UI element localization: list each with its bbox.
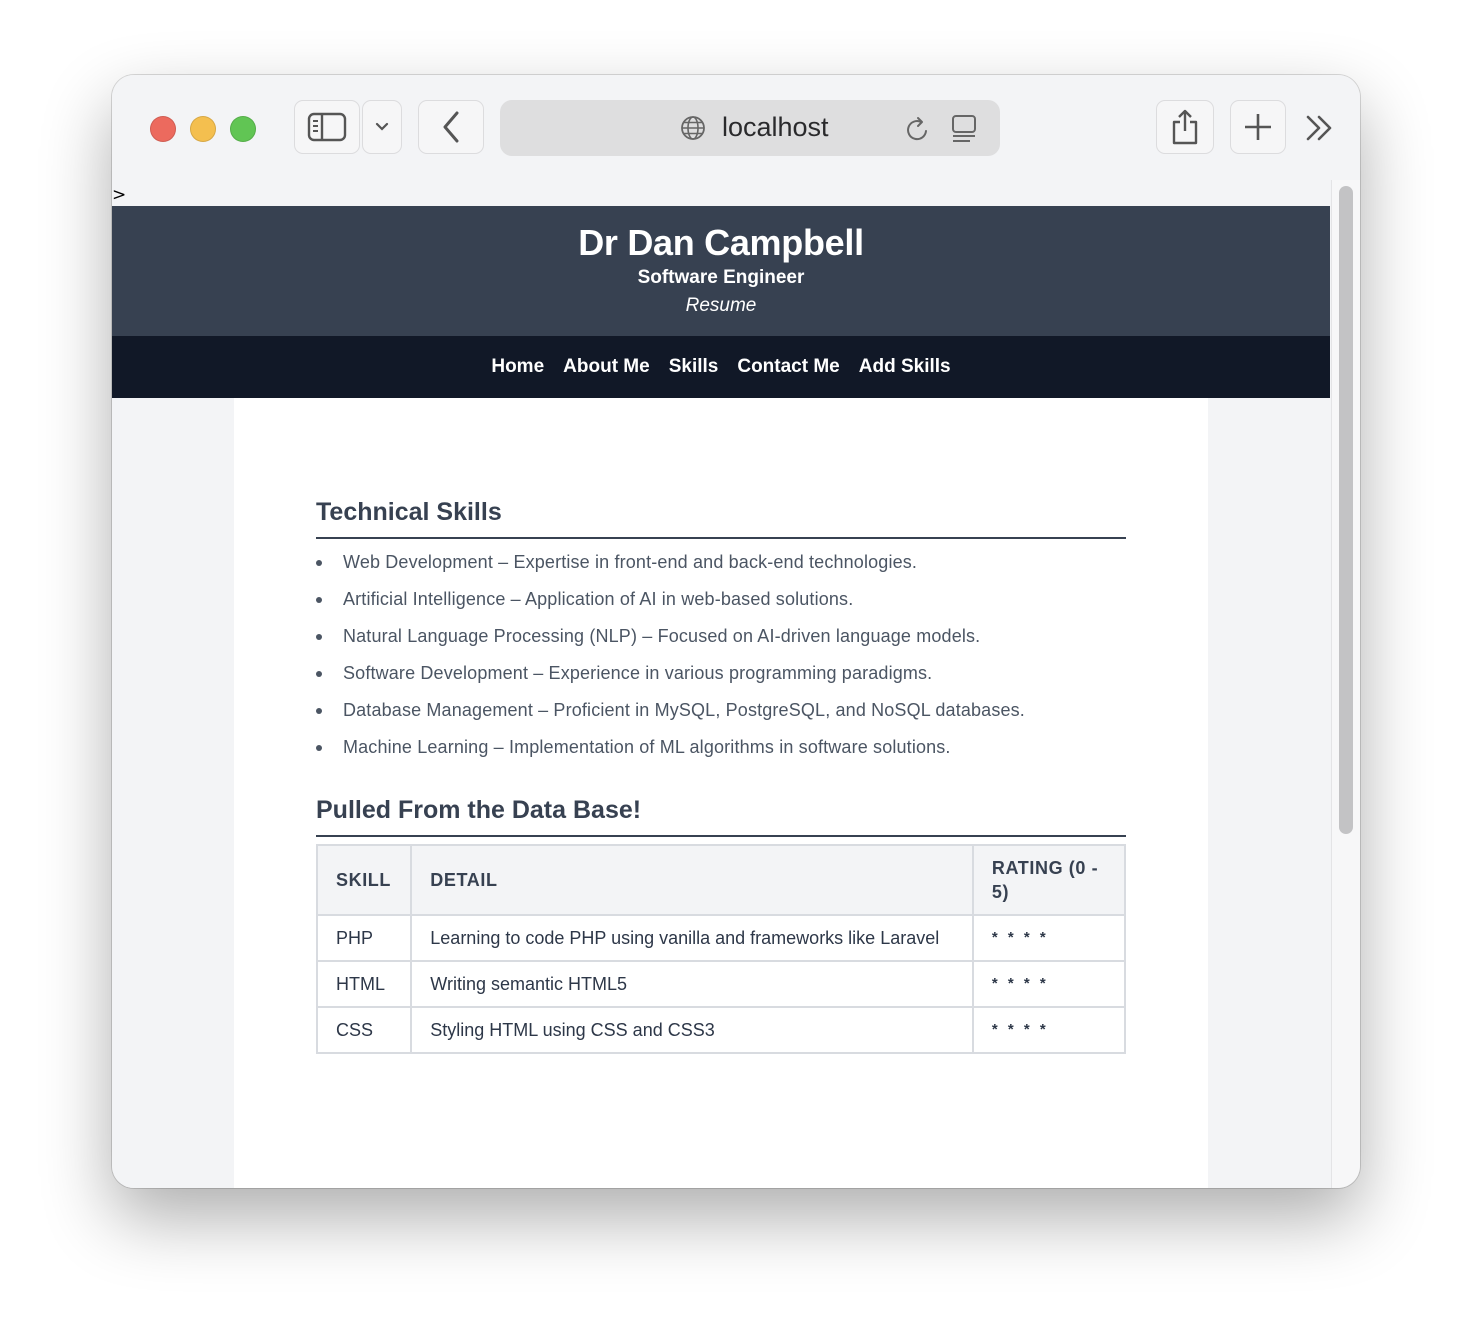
skill-text: Software Development – Experience in var… [343,663,933,683]
bullet-icon [316,560,322,566]
chevron-down-icon [375,122,389,131]
browser-window: localhost > Dr Dan Campbell Software Eng… [112,75,1360,1188]
reader-view-icon[interactable] [950,114,978,144]
list-item: Natural Language Processing (NLP) – Focu… [316,618,1126,655]
plus-icon [1245,114,1271,140]
chevron-left-icon [443,111,459,143]
cell-rating: * * * * [971,960,1127,1008]
share-button[interactable] [1156,100,1214,154]
table-row: PHP Learning to code PHP using vanilla a… [315,914,1127,962]
skill-text: Machine Learning – Implementation of ML … [343,737,951,757]
nav-contact-me[interactable]: Contact Me [737,356,839,378]
skill-text: Artificial Intelligence – Application of… [343,589,854,609]
sidebar-toggle-button[interactable] [294,100,360,154]
nav-about-me[interactable]: About Me [563,356,650,378]
bullet-icon [316,597,322,603]
address-url: localhost [722,112,829,142]
main-nav: Home About Me Skills Contact Me Add Skil… [112,336,1330,398]
column-header-detail: DETAIL [410,844,974,916]
browser-toolbar: localhost [112,75,1360,180]
nav-home[interactable]: Home [491,356,544,378]
nav-add-skills[interactable]: Add Skills [859,356,951,378]
minimize-window-button[interactable] [190,116,216,142]
stray-text: > [112,185,127,205]
skill-text: Natural Language Processing (NLP) – Focu… [343,626,981,646]
cell-detail: Writing semantic HTML5 [410,960,974,1008]
db-skills-heading: Pulled From the Data Base! [316,796,1126,837]
skill-text: Web Development – Expertise in front-end… [343,552,918,572]
cell-rating: * * * * [971,1006,1127,1054]
vertical-scrollbar[interactable] [1331,180,1360,1188]
table-header-row: SKILL DETAIL RATING (0 - 5) [315,844,1127,916]
double-chevron-right-icon [1306,115,1332,141]
globe-icon [681,116,705,140]
list-item: Database Management – Proficient in MySQ… [316,692,1126,729]
technical-skills-heading: Technical Skills [316,498,1126,539]
table-row: CSS Styling HTML using CSS and CSS3 * * … [315,1006,1127,1054]
bullet-icon [316,745,322,751]
list-item: Software Development – Experience in var… [316,655,1126,692]
scrollbar-thumb[interactable] [1339,186,1353,834]
share-icon [1172,109,1198,145]
address-bar[interactable]: localhost [500,100,1000,156]
list-item: Machine Learning – Implementation of ML … [316,729,1126,766]
list-item: Web Development – Expertise in front-end… [316,544,1126,581]
column-header-rating: RATING (0 - 5) [971,844,1127,916]
zoom-window-button[interactable] [230,116,256,142]
page-title: Dr Dan Campbell [578,222,864,263]
more-tabs-button[interactable] [1304,113,1336,148]
sidebar-icon [307,112,347,142]
bullet-icon [316,634,322,640]
nav-skills[interactable]: Skills [669,356,719,378]
page-subtitle: Software Engineer [637,267,805,288]
bullet-icon [316,708,322,714]
tab-group-dropdown-button[interactable] [362,100,402,154]
page-viewport: Dr Dan Campbell Software Engineer Resume… [112,206,1330,1188]
reload-icon[interactable] [905,115,931,143]
cell-skill: PHP [315,914,413,962]
technical-skills-list: Web Development – Expertise in front-end… [316,544,1126,766]
cell-rating: * * * * [971,914,1127,962]
skills-table: SKILL DETAIL RATING (0 - 5) PHP Learning… [315,844,1127,1054]
column-header-skill: SKILL [315,844,413,916]
content-card: Technical Skills Web Development – Exper… [234,398,1208,1188]
new-tab-button[interactable] [1230,100,1286,154]
list-item: Artificial Intelligence – Application of… [316,581,1126,618]
close-window-button[interactable] [150,116,176,142]
cell-detail: Styling HTML using CSS and CSS3 [410,1006,974,1054]
cell-detail: Learning to code PHP using vanilla and f… [410,914,974,962]
skill-text: Database Management – Proficient in MySQ… [343,700,1025,720]
cell-skill: CSS [315,1006,413,1054]
table-row: HTML Writing semantic HTML5 * * * * [315,960,1127,1008]
bullet-icon [316,671,322,677]
back-button[interactable] [418,100,484,154]
site-header: Dr Dan Campbell Software Engineer Resume [112,206,1330,336]
cell-skill: HTML [315,960,413,1008]
page-tagline: Resume [685,295,757,316]
